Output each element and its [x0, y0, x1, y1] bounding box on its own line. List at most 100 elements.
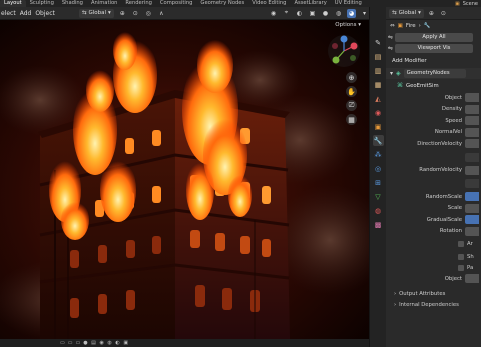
viewport-vis-button[interactable]: Viewport Vis — [395, 44, 474, 53]
pan-hand-icon[interactable]: ✋ — [346, 86, 357, 97]
grid-view-icon[interactable]: ▦ — [346, 114, 357, 125]
data-icon[interactable]: ▽ — [373, 191, 384, 202]
gizmo-neg-y[interactable] — [350, 55, 356, 61]
tab-compositing[interactable]: Compositing — [156, 0, 197, 7]
side-label: Pa — [467, 264, 474, 271]
param-label: Object — [444, 275, 462, 282]
breadcrumb: ⇔ ▣ Fire › 🔧 — [386, 20, 481, 32]
chevron-down-icon: ▾ — [418, 10, 421, 16]
density-field[interactable] — [465, 104, 479, 114]
view-layer-icon[interactable]: ▦ — [373, 79, 384, 90]
snap-icon[interactable]: ⊙ — [439, 9, 448, 18]
world-icon[interactable]: ◉ — [373, 107, 384, 118]
zoom-icon[interactable]: ⊕ — [346, 72, 357, 83]
props-orientation-dropdown[interactable]: ⇆ Global ▾ — [389, 8, 424, 18]
modifier-name-field[interactable]: GeometryNodes — [403, 69, 466, 78]
node-group-row: ⌘ GeoEmitSim — [386, 80, 481, 91]
pivot-icon[interactable]: ⊕ — [427, 9, 436, 18]
scene-icon[interactable]: ◭ — [373, 93, 384, 104]
add-modifier-button[interactable]: Add Modifier — [386, 56, 481, 67]
param-spacer — [386, 150, 481, 165]
snap-icon[interactable]: ⊙ — [131, 9, 140, 18]
apply-all-button[interactable]: Apply All — [395, 33, 474, 42]
object-field[interactable] — [465, 93, 479, 103]
tab-animation[interactable]: Animation — [87, 0, 121, 7]
chevron-right-icon: › — [418, 23, 421, 29]
object-icon: ▣ — [397, 23, 403, 29]
proportional-icon[interactable]: ◎ — [144, 9, 153, 18]
falloff-icon[interactable]: ∧ — [157, 9, 166, 18]
orientation-value: Global — [88, 10, 107, 16]
geometry-nodes-icon: ◈ — [396, 70, 401, 77]
tab-sculpting[interactable]: Sculpting — [26, 0, 58, 7]
param-label: RandomScale — [425, 193, 462, 200]
transform-orientation-icon: ⇆ — [392, 10, 397, 16]
randomvelocity-field[interactable] — [465, 165, 479, 175]
scale-field[interactable] — [465, 203, 479, 213]
tab-layout[interactable]: Layout — [0, 0, 26, 7]
collapse-icon[interactable]: ▾ — [390, 70, 393, 77]
modifier-icon[interactable]: 🔧 — [372, 135, 384, 146]
param-label: GradualScale — [426, 216, 462, 223]
checkbox[interactable] — [458, 241, 464, 247]
param-gradualscale: GradualScale — [386, 214, 481, 226]
xray-icon[interactable]: ▣ — [308, 9, 317, 18]
section-internal-dependencies[interactable]: › Internal Dependencies — [386, 300, 481, 311]
gizmo-z-axis[interactable] — [340, 35, 348, 43]
texture-icon[interactable]: ▩ — [373, 219, 384, 230]
directionvelocity-field[interactable] — [465, 139, 479, 149]
side-label: Ar — [467, 241, 473, 247]
param-density: Density — [386, 104, 481, 116]
orientation-dropdown[interactable]: ⇆ Global ▾ — [78, 8, 114, 18]
gradualscale-field[interactable] — [465, 215, 479, 225]
navigation-gizmo[interactable] — [327, 34, 361, 68]
menu-add[interactable]: Add — [20, 10, 32, 17]
gizmo-y-axis[interactable] — [332, 56, 340, 64]
tab-geometry-nodes[interactable]: Geometry Nodes — [196, 0, 248, 7]
shading-solid-icon[interactable]: ● — [321, 9, 330, 18]
gizmo-x-axis[interactable] — [350, 42, 358, 50]
tab-asset-library[interactable]: AssetLibrary — [290, 0, 330, 7]
tab-uv-editing[interactable]: UV Editing — [331, 0, 366, 7]
checkbox[interactable] — [458, 253, 464, 260]
output-icon[interactable]: ▥ — [373, 65, 384, 76]
pivot-icon[interactable]: ⊕ — [118, 9, 127, 18]
menu-object[interactable]: Object — [35, 10, 55, 17]
vector-field[interactable] — [465, 152, 479, 162]
rotation-field[interactable] — [465, 226, 479, 236]
param-label: Speed — [445, 117, 462, 124]
tab-rendering[interactable]: Rendering — [121, 0, 156, 7]
shading-material-icon[interactable]: ◍ — [334, 9, 343, 18]
menu-select[interactable]: elect — [1, 10, 16, 17]
render-icon[interactable]: ▤ — [373, 51, 384, 62]
tab-shading[interactable]: Shading — [58, 0, 87, 7]
visibility-icon[interactable]: ◉ — [269, 9, 278, 18]
camera-view-icon[interactable]: ⎚ — [346, 100, 357, 111]
section-output-attributes[interactable]: › Output Attributes — [386, 289, 481, 300]
checkbox[interactable] — [458, 264, 464, 271]
vector-field-2[interactable] — [465, 179, 479, 188]
param-label: Density — [441, 106, 462, 113]
tab-video-editing[interactable]: Video Editing — [248, 0, 290, 7]
constraints-icon[interactable]: ⊞ — [373, 177, 384, 188]
node-group-name[interactable]: GeoEmitSim — [406, 83, 439, 89]
pin-icon[interactable]: ⇔ — [390, 23, 395, 29]
overlay-icon[interactable]: ◐ — [295, 9, 304, 18]
speed-field[interactable] — [465, 116, 479, 126]
particles-icon[interactable]: ⁂ — [373, 149, 384, 160]
gizmo-neg-x[interactable] — [332, 43, 338, 49]
gizmo-toggle-icon[interactable]: ⌖ — [282, 9, 291, 18]
3d-viewport[interactable]: Options ▾ ⊕ ✋ ⎚ ▦ — [0, 20, 369, 339]
scene-selector[interactable]: ▣ Scene — [455, 0, 481, 7]
object-field-2[interactable] — [465, 274, 479, 284]
shading-dropdown-icon[interactable]: ▾ — [360, 9, 369, 18]
shading-rendered-icon[interactable]: ◕ — [347, 8, 356, 18]
options-dropdown[interactable]: Options ▾ — [335, 22, 361, 28]
param-ar: Ar — [386, 237, 481, 251]
tool-icon[interactable]: ✎ — [373, 37, 384, 48]
object-icon[interactable]: ▣ — [373, 121, 384, 132]
randomscale-field[interactable] — [465, 192, 479, 202]
physics-icon[interactable]: ◎ — [373, 163, 384, 174]
normalvel-field[interactable] — [465, 127, 479, 137]
material-icon[interactable]: ◍ — [373, 205, 384, 216]
